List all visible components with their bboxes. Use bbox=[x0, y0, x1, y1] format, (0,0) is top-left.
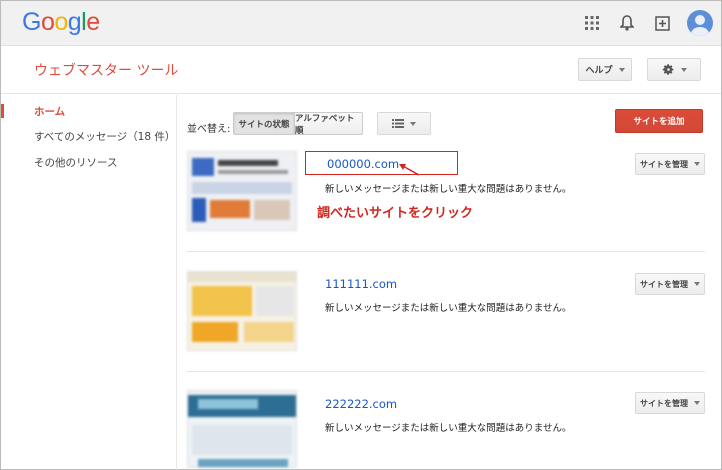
logo-letter: o bbox=[40, 8, 55, 36]
site-message: 新しいメッセージまたは新しい重大な問題はありません。 bbox=[325, 303, 572, 314]
site-thumbnail[interactable] bbox=[187, 151, 297, 231]
sidebar-divider bbox=[176, 95, 177, 470]
site-thumbnail[interactable] bbox=[187, 390, 297, 468]
chevron-down-icon bbox=[680, 67, 687, 72]
apps-grid-icon[interactable] bbox=[581, 12, 603, 34]
manage-site-button[interactable]: サイトを管理 bbox=[635, 273, 705, 295]
manage-site-button[interactable]: サイトを管理 bbox=[635, 153, 705, 175]
site-message: 新しいメッセージまたは新しい重大な問題はありません。 bbox=[325, 184, 572, 195]
chevron-down-icon bbox=[694, 282, 700, 286]
top-icons bbox=[568, 10, 713, 36]
site-message: 新しいメッセージまたは新しい重大な問題はありません。 bbox=[325, 423, 572, 434]
chevron-down-icon bbox=[694, 162, 700, 166]
sort-by-alphabet-button[interactable]: アルファベット順 bbox=[294, 112, 363, 136]
site-thumbnail[interactable] bbox=[187, 271, 297, 351]
add-site-button[interactable]: サイトを追加 bbox=[615, 109, 703, 133]
logo-letter: G bbox=[22, 8, 41, 36]
product-header: ウェブマスター ツール ヘルプ bbox=[1, 47, 721, 94]
sidebar: ホーム すべてのメッセージ（18 件） その他のリソース bbox=[1, 95, 177, 470]
row-divider bbox=[187, 251, 705, 252]
gear-icon bbox=[662, 64, 673, 75]
sidebar-item-other-resources[interactable]: その他のリソース bbox=[34, 155, 117, 170]
manage-site-label: サイトを管理 bbox=[640, 398, 688, 408]
arrow-annotation-icon bbox=[399, 164, 420, 176]
sort-label: 並べ替え: bbox=[187, 124, 231, 135]
manage-site-label: サイトを管理 bbox=[640, 279, 688, 289]
annotation-text: 調べたいサイトをクリック bbox=[317, 206, 474, 221]
site-link[interactable]: 000000.com bbox=[327, 157, 399, 171]
google-logo[interactable]: Google bbox=[22, 8, 100, 37]
sidebar-item-all-messages[interactable]: すべてのメッセージ（18 件） bbox=[34, 129, 175, 144]
manage-site-button[interactable]: サイトを管理 bbox=[635, 392, 705, 414]
product-title[interactable]: ウェブマスター ツール bbox=[34, 60, 178, 80]
site-link[interactable]: 111111.com bbox=[325, 277, 397, 291]
chevron-down-icon bbox=[694, 401, 700, 405]
help-button-label: ヘルプ bbox=[585, 66, 613, 76]
active-item-marker bbox=[1, 104, 4, 118]
manage-site-label: サイトを管理 bbox=[640, 159, 688, 169]
sort-by-status-button[interactable]: サイトの状態 bbox=[233, 112, 295, 135]
view-options-button[interactable] bbox=[377, 112, 431, 135]
site-link[interactable]: 222222.com bbox=[325, 397, 397, 411]
top-bar: Google bbox=[1, 1, 721, 46]
account-avatar-icon[interactable] bbox=[687, 10, 713, 36]
list-view-icon bbox=[392, 119, 404, 128]
share-plus-icon[interactable] bbox=[651, 12, 673, 34]
settings-button[interactable] bbox=[647, 58, 701, 81]
chevron-down-icon bbox=[410, 121, 416, 126]
logo-letter: e bbox=[86, 8, 100, 36]
logo-letter: o bbox=[54, 8, 68, 36]
sidebar-item-home[interactable]: ホーム bbox=[34, 104, 65, 119]
help-button[interactable]: ヘルプ bbox=[578, 58, 632, 81]
chevron-down-icon bbox=[618, 67, 625, 72]
row-divider bbox=[187, 371, 705, 372]
logo-letter: g bbox=[67, 8, 82, 36]
notification-bell-icon[interactable] bbox=[616, 12, 638, 34]
